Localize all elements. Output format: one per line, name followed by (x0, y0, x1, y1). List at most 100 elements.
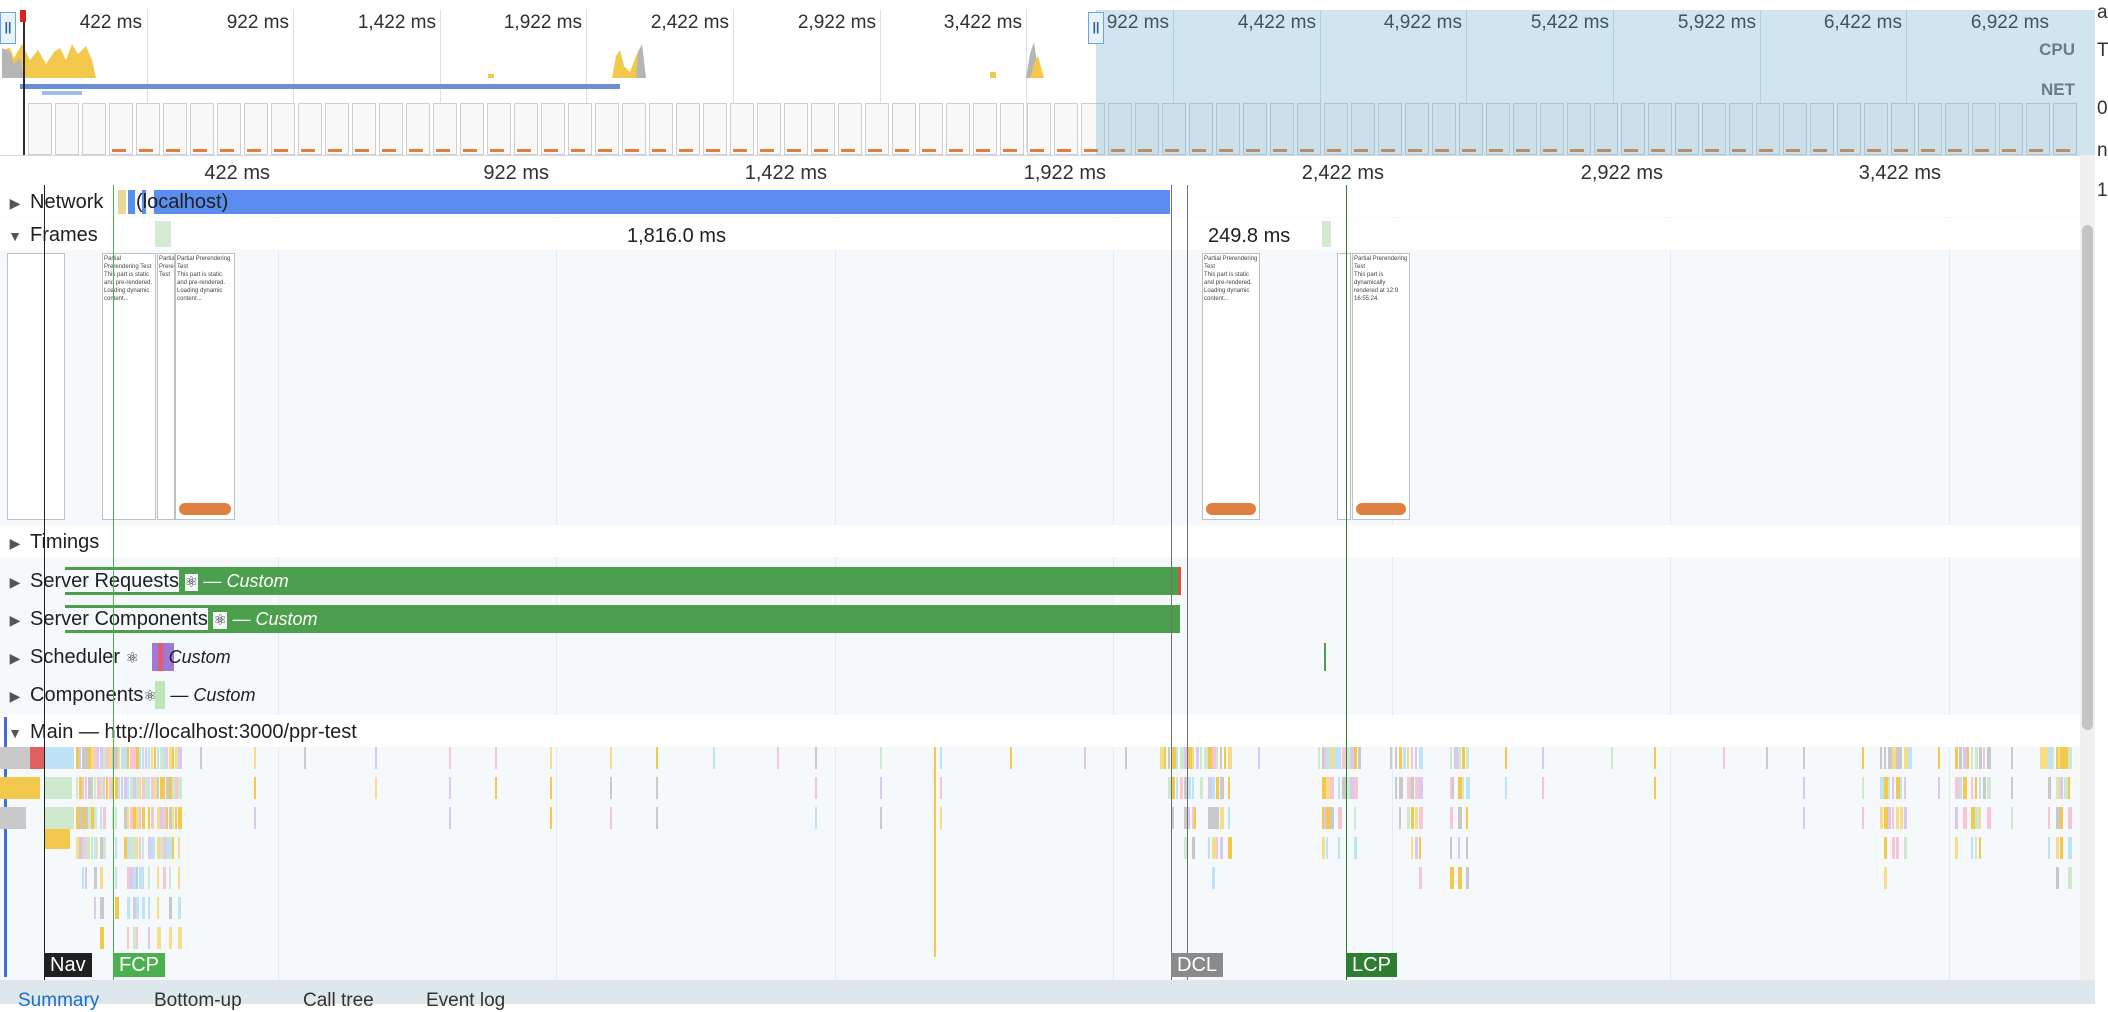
flame-block[interactable] (142, 867, 144, 889)
expand-triangle-icon[interactable]: ▶ (0, 528, 30, 558)
flame-block[interactable] (1324, 777, 1326, 799)
flame-block[interactable] (2068, 747, 2072, 769)
flame-block[interactable] (127, 747, 129, 769)
flame-block[interactable] (1324, 807, 1326, 829)
lcp-marker[interactable]: LCP (1346, 953, 1397, 977)
flame-block[interactable] (1164, 747, 1166, 769)
flame-block[interactable] (136, 927, 138, 949)
flame-block[interactable] (127, 897, 130, 919)
frame-screenshot[interactable]: Partial Prerendering Test This part is s… (175, 253, 235, 520)
flame-block[interactable] (1892, 837, 1895, 859)
flame-block[interactable] (1358, 747, 1361, 769)
flame-block[interactable] (1399, 777, 1403, 799)
flame-block[interactable] (100, 927, 104, 949)
flame-block[interactable] (1419, 837, 1421, 859)
flame-block[interactable] (777, 747, 779, 769)
flame-block[interactable] (880, 777, 882, 799)
flame-block[interactable] (815, 807, 817, 829)
flame-block[interactable] (115, 867, 117, 889)
flame-block[interactable] (85, 777, 87, 799)
flame-block[interactable] (1338, 777, 1340, 799)
flame-block[interactable] (163, 777, 165, 799)
flame-block[interactable] (172, 807, 174, 829)
expand-triangle-icon[interactable]: ▶ (0, 681, 30, 711)
flame-block[interactable] (1466, 837, 1468, 859)
flame-block[interactable] (656, 777, 658, 799)
flame-block[interactable] (1411, 777, 1414, 799)
flame-block[interactable] (1324, 747, 1326, 769)
flame-block[interactable] (610, 747, 612, 769)
main-track-header[interactable]: ▼ Main — http://localhost:3000/ppr-test (0, 717, 357, 747)
flame-block[interactable] (103, 777, 105, 799)
flame-block[interactable] (940, 807, 942, 829)
flame-block[interactable] (1458, 867, 1462, 889)
flame-block[interactable] (1904, 837, 1907, 859)
flame-block[interactable] (1884, 747, 1886, 769)
flame-block[interactable] (1419, 807, 1423, 829)
filmstrip-thumbnail[interactable] (379, 103, 403, 155)
flame-block[interactable] (2056, 867, 2059, 889)
flame-block[interactable] (2060, 807, 2063, 829)
flame-block[interactable] (2011, 747, 2013, 769)
flame-block[interactable] (713, 747, 715, 769)
flame-block[interactable] (1172, 777, 1175, 799)
flame-block[interactable] (139, 777, 141, 799)
tab-call-tree[interactable]: Call tree (303, 990, 374, 1012)
flame-block[interactable] (1220, 807, 1224, 829)
flame-block[interactable] (375, 747, 377, 769)
flame-block[interactable] (94, 777, 96, 799)
flame-block[interactable] (1896, 807, 1899, 829)
flame-block[interactable] (1505, 777, 1507, 799)
flame-block[interactable] (1200, 777, 1203, 799)
collapse-triangle-icon[interactable]: ▼ (0, 718, 30, 748)
flame-block[interactable] (115, 807, 117, 829)
flame-block[interactable] (118, 777, 120, 799)
flame-block[interactable] (94, 837, 98, 859)
flame-block[interactable] (115, 837, 117, 859)
flame-block[interactable] (1959, 747, 1962, 769)
filmstrip-thumbnail[interactable] (298, 103, 322, 155)
filmstrip-thumbnail[interactable] (784, 103, 808, 155)
flame-block[interactable] (1959, 777, 1962, 799)
flame-block[interactable] (1176, 747, 1178, 769)
flame-block[interactable] (178, 867, 180, 889)
flame-block[interactable] (934, 747, 936, 957)
flame-block[interactable] (157, 867, 159, 889)
flame-block[interactable] (1900, 747, 1902, 769)
flame-block[interactable] (1411, 807, 1414, 829)
flame-block[interactable] (1900, 807, 1903, 829)
expand-triangle-icon[interactable]: ▶ (0, 188, 30, 218)
flame-block[interactable] (495, 747, 497, 769)
flame-block[interactable] (157, 747, 159, 769)
flame-block[interactable] (2011, 777, 2013, 799)
flame-block[interactable] (449, 747, 451, 769)
filmstrip-thumbnail[interactable] (892, 103, 916, 155)
selection-handle-right[interactable]: || (1088, 12, 1104, 44)
timings-track[interactable] (0, 525, 2080, 557)
flame-block[interactable] (1411, 837, 1413, 859)
flame-block[interactable] (1450, 807, 1453, 829)
flame-block[interactable] (1188, 807, 1190, 829)
flame-block[interactable] (169, 897, 172, 919)
flame-block[interactable] (94, 807, 97, 829)
flame-block[interactable] (2068, 867, 2072, 889)
flame-block[interactable] (1010, 747, 1012, 769)
flame-block[interactable] (127, 807, 129, 829)
flame-block[interactable] (172, 747, 174, 769)
flame-block[interactable] (1354, 747, 1357, 769)
flame-block[interactable] (1900, 777, 1902, 799)
timeline-flame-chart[interactable]: ▶ Network (localhost) ▼ Frames 1,816.0 ms … (0, 185, 2080, 980)
flame-block[interactable] (145, 747, 147, 769)
flame-block[interactable] (1407, 747, 1409, 769)
filmstrip-thumbnail[interactable] (919, 103, 943, 155)
flame-block[interactable] (76, 777, 78, 799)
flame-block[interactable] (1419, 747, 1423, 769)
frames-track[interactable] (0, 218, 2080, 250)
flame-block[interactable] (79, 747, 81, 769)
flame-block[interactable] (1458, 807, 1462, 829)
flame-block[interactable] (178, 777, 182, 799)
flame-block[interactable] (94, 897, 96, 919)
filmstrip-thumbnail[interactable] (28, 103, 52, 155)
flame-block[interactable] (610, 807, 612, 829)
flame-block[interactable] (1462, 777, 1464, 799)
